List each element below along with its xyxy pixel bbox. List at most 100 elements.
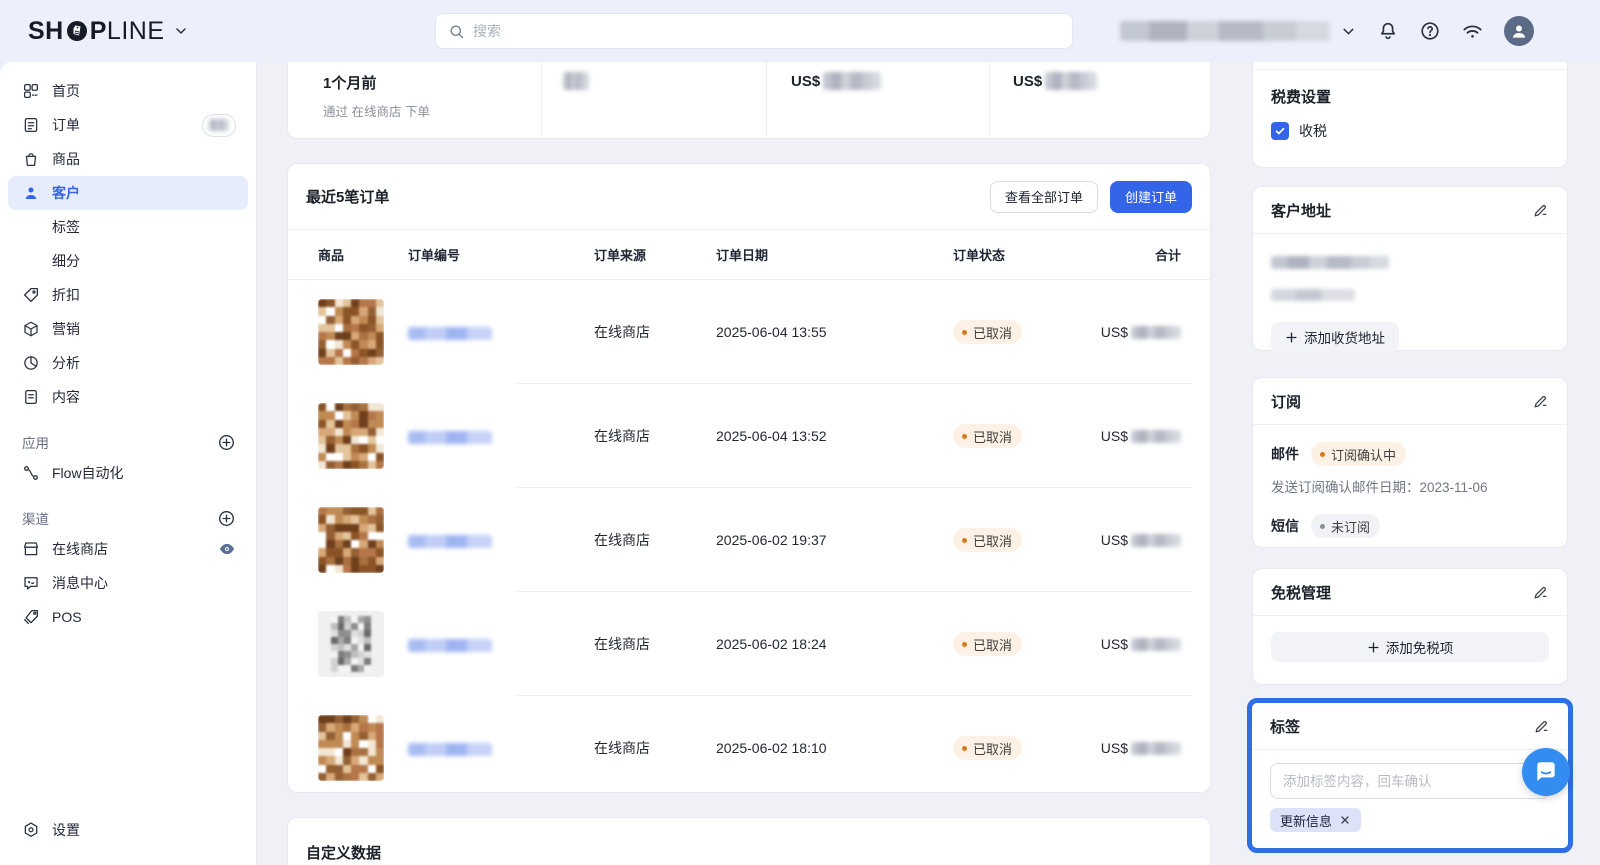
order-number-link[interactable] xyxy=(408,532,492,548)
recent-orders-card: 最近5笔订单 查看全部订单 创建订单 商品订单编号订单来源订单日期订单状态合计 … xyxy=(287,163,1211,793)
status-dot xyxy=(962,330,967,335)
product-thumbnail xyxy=(318,611,384,677)
sidebar-item-营销[interactable]: 营销 xyxy=(8,312,248,346)
sidebar-item-label: 内容 xyxy=(52,387,80,407)
order-row: 在线商店2025-06-04 13:52已取消US$ xyxy=(288,384,1210,488)
sidebar-item-内容[interactable]: 内容 xyxy=(8,380,248,414)
collect-tax-checkbox[interactable] xyxy=(1271,122,1289,140)
sidebar-item-POS[interactable]: POS xyxy=(8,600,248,634)
product-cell xyxy=(318,299,384,365)
sidebar-item-在线商店[interactable]: 在线商店 xyxy=(8,532,248,566)
sidebar-item-label: 在线商店 xyxy=(52,539,108,559)
order-total: US$ xyxy=(1101,532,1181,548)
order-date: 2025-06-04 13:55 xyxy=(716,324,827,340)
last-order-channel: 通过 在线商店 下单 xyxy=(323,101,430,120)
status-badge-cancelled: 已取消 xyxy=(953,632,1022,656)
subscription-title: 订阅 xyxy=(1271,391,1301,412)
total-amount-redacted xyxy=(1131,534,1181,547)
status-badge-cancelled: 已取消 xyxy=(953,736,1022,760)
order-number-redacted xyxy=(408,431,492,444)
column-header-订单来源: 订单来源 xyxy=(594,245,646,264)
sidebar-item-折扣[interactable]: 折扣 xyxy=(8,278,248,312)
edit-tags-pencil-icon[interactable] xyxy=(1533,718,1550,735)
add-tax-exemption-button[interactable]: 添加免税项 xyxy=(1271,632,1549,662)
content-icon xyxy=(22,388,40,406)
status-dot xyxy=(1320,524,1325,529)
order-total: US$ xyxy=(1101,324,1181,340)
column-header-合计: 合计 xyxy=(1155,245,1181,264)
sms-status-badge: 未订阅 xyxy=(1311,514,1380,538)
status-badge-cancelled: 已取消 xyxy=(953,424,1022,448)
sidebar-item-消息中心[interactable]: 消息中心 xyxy=(8,566,248,600)
store-account-switcher[interactable] xyxy=(1120,21,1357,41)
network-status-icon[interactable] xyxy=(1461,20,1484,43)
order-number-link[interactable] xyxy=(408,428,492,444)
currency-label: US$ xyxy=(1013,73,1042,90)
currency-label: US$ xyxy=(1101,324,1128,340)
visibility-eye-icon[interactable] xyxy=(218,540,236,558)
sidebar-item-label: Flow自动化 xyxy=(52,463,124,483)
sidebar-item-订单[interactable]: 订单 xyxy=(8,108,248,142)
sidebar-item-标签[interactable]: 标签 xyxy=(8,210,248,244)
status-badge-cancelled: 已取消 xyxy=(953,528,1022,552)
product-cell xyxy=(318,507,384,573)
order-status-cell: 已取消 xyxy=(953,320,1022,344)
dashboard-icon xyxy=(22,82,40,100)
order-status-cell: 已取消 xyxy=(953,632,1022,656)
order-number-link[interactable] xyxy=(408,740,492,756)
edit-subscription-pencil-icon[interactable] xyxy=(1532,393,1549,410)
remove-tag-close-icon[interactable] xyxy=(1339,814,1351,826)
sidebar-item-label: 设置 xyxy=(52,820,80,840)
sidebar-item-settings[interactable]: 设置 xyxy=(8,813,248,847)
product-thumbnail xyxy=(318,403,384,469)
help-icon[interactable] xyxy=(1419,20,1441,42)
address-line-redacted xyxy=(1271,256,1389,269)
logo-chevron-down-icon xyxy=(173,23,189,39)
main-content: 1个月前 通过 在线商店 下单 US$ US$ 最近5笔订单 查看全部订单 创建… xyxy=(257,62,1600,865)
redacted-count xyxy=(209,119,229,131)
summary-amount-1: US$ xyxy=(791,72,881,90)
sidebar-section-label: 渠道 xyxy=(22,508,49,528)
add-circle-icon[interactable] xyxy=(217,433,236,452)
add-shipping-address-button[interactable]: 添加收货地址 xyxy=(1271,322,1399,352)
notifications-bell-icon[interactable] xyxy=(1377,20,1399,42)
address-line-redacted xyxy=(1271,289,1355,301)
order-date: 2025-06-04 13:52 xyxy=(716,428,827,444)
add-circle-icon[interactable] xyxy=(217,509,236,528)
edit-address-pencil-icon[interactable] xyxy=(1532,202,1549,219)
status-badge-cancelled: 已取消 xyxy=(953,320,1022,344)
product-thumbnail xyxy=(318,299,384,365)
chat-launcher-button[interactable] xyxy=(1522,748,1570,796)
order-total: US$ xyxy=(1101,636,1181,652)
total-amount-redacted xyxy=(1131,638,1181,651)
sidebar-item-分析[interactable]: 分析 xyxy=(8,346,248,380)
tag-input[interactable] xyxy=(1270,763,1550,799)
sidebar-item-商品[interactable]: 商品 xyxy=(8,142,248,176)
customer-address-card: 客户地址 添加收货地址 xyxy=(1252,186,1568,351)
sidebar-item-细分[interactable]: 细分 xyxy=(8,244,248,278)
order-number-link[interactable] xyxy=(408,636,492,652)
order-source: 在线商店 xyxy=(594,634,650,654)
sidebar-item-客户[interactable]: 客户 xyxy=(8,176,248,210)
store-name-redacted xyxy=(1120,21,1330,41)
sidebar-item-Flow自动化[interactable]: Flow自动化 xyxy=(8,456,248,490)
view-all-orders-button[interactable]: 查看全部订单 xyxy=(990,181,1098,213)
order-number-redacted xyxy=(408,743,492,756)
product-cell xyxy=(318,611,384,677)
user-avatar[interactable] xyxy=(1504,16,1534,46)
total-amount-redacted xyxy=(1131,742,1181,755)
plus-icon xyxy=(1285,331,1298,344)
plus-icon xyxy=(1367,641,1380,654)
tag-chip-label: 更新信息 xyxy=(1280,811,1332,830)
edit-tax-exemption-pencil-icon[interactable] xyxy=(1532,584,1549,601)
create-order-button[interactable]: 创建订单 xyxy=(1110,181,1192,213)
order-number-redacted xyxy=(408,639,492,652)
search-input[interactable] xyxy=(473,23,1060,39)
order-number-link[interactable] xyxy=(408,324,492,340)
shopline-logo[interactable]: SHPLINE xyxy=(28,0,189,62)
sidebar-item-首页[interactable]: 首页 xyxy=(8,74,248,108)
tax-exemption-title: 免税管理 xyxy=(1271,582,1331,603)
order-date: 2025-06-02 18:10 xyxy=(716,740,827,756)
add-shipping-address-label: 添加收货地址 xyxy=(1304,327,1385,347)
sidebar-item-label: 首页 xyxy=(52,81,80,101)
